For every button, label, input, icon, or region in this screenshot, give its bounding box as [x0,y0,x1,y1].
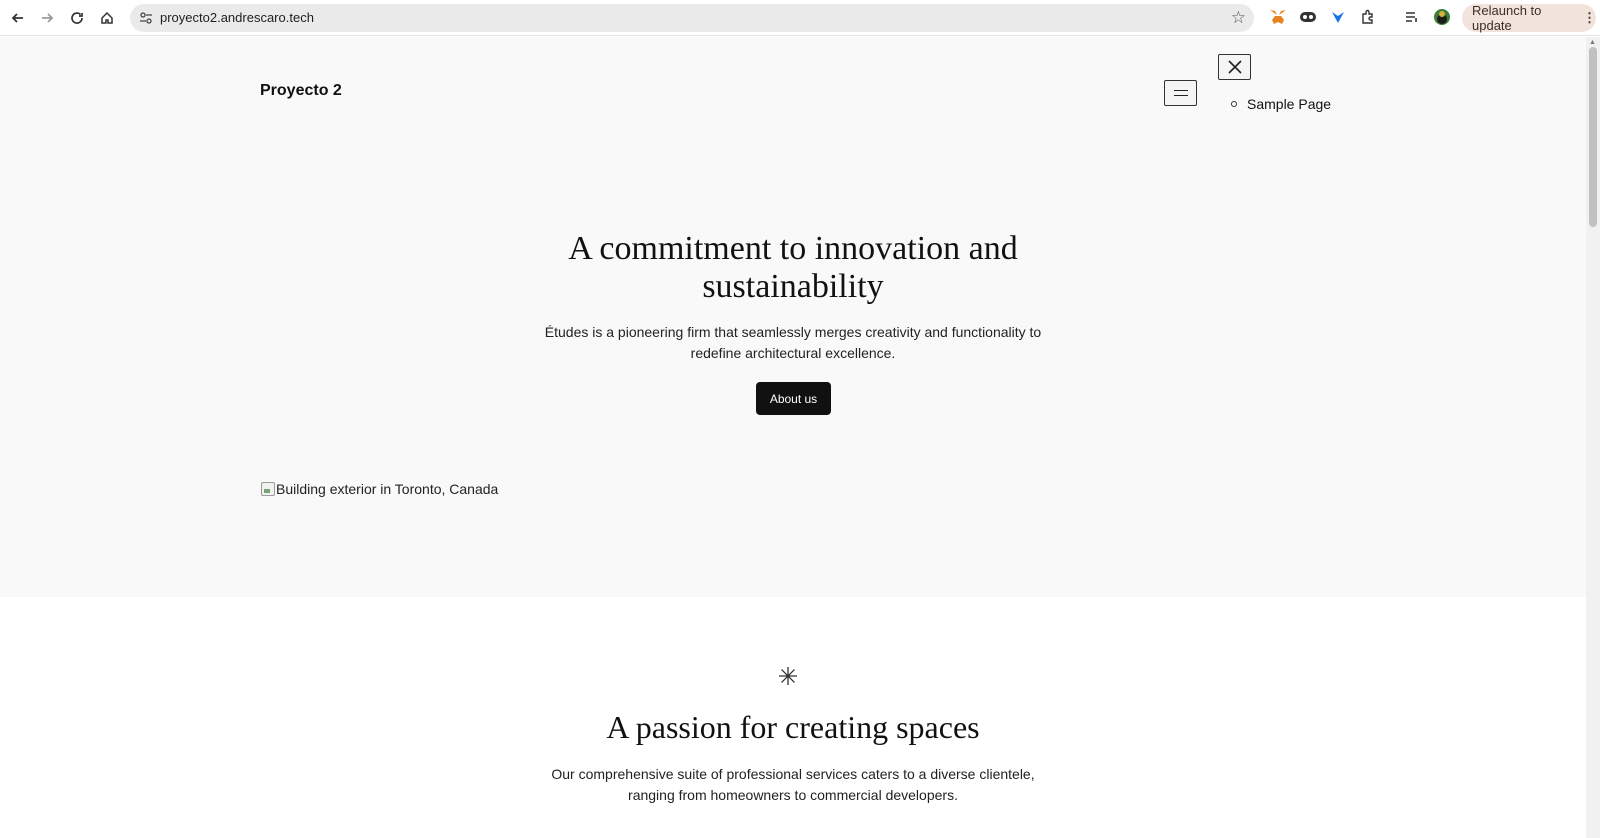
web-page: Proyecto 2 Sample Page A commitment to i… [0,37,1586,838]
hero-image: Building exterior in Toronto, Canada [261,481,498,497]
menu-item-sample-page[interactable]: Sample Page [1231,96,1331,112]
profile-avatar-icon[interactable] [1432,7,1452,27]
scroll-up-arrow-icon[interactable]: ▲ [1589,39,1596,46]
scroll-thumb[interactable] [1589,47,1597,227]
close-menu-button[interactable] [1218,54,1251,80]
hero-description: Études is a pioneering firm that seamles… [544,324,1042,361]
hero-title: A commitment to innovation and sustainab… [568,230,1018,305]
navigation-menu: Sample Page [1231,96,1331,112]
extensions-puzzle-icon[interactable] [1358,7,1378,27]
relaunch-label: Relaunch to update [1472,3,1542,33]
hamburger-icon [1173,90,1188,96]
about-us-button[interactable]: About us [756,382,831,415]
relaunch-button[interactable]: Relaunch to update ⋮ [1462,3,1596,33]
menu-toggle-button[interactable] [1164,80,1197,106]
back-icon[interactable] [6,6,30,30]
url-text[interactable]: proyecto2.andrescaro.tech [160,10,314,25]
section-title: A passion for creating spaces [606,709,980,745]
section-description: Our comprehensive suite of professional … [551,766,1035,803]
hero-image-alt: Building exterior in Toronto, Canada [276,481,499,497]
more-vert-icon: ⋮ [1583,10,1596,25]
asterisk-icon [778,665,798,693]
extension-icon-2[interactable] [1298,7,1318,27]
metamask-icon[interactable] [1268,7,1288,27]
site-title[interactable]: Proyecto 2 [260,82,342,100]
reload-icon[interactable] [65,6,89,30]
media-queue-icon[interactable] [1402,7,1422,27]
menu-item-label[interactable]: Sample Page [1247,96,1331,112]
forward-icon[interactable] [35,6,59,30]
hero-section: Proyecto 2 Sample Page A commitment to i… [0,37,1586,597]
bullet-icon [1231,101,1237,107]
home-icon[interactable] [95,6,119,30]
bookmark-star-icon[interactable]: ☆ [1231,8,1246,28]
close-icon [1227,60,1242,74]
address-bar[interactable]: proyecto2.andrescaro.tech ☆ [130,4,1254,32]
site-info-icon[interactable] [138,10,154,26]
broken-image-icon [261,482,275,496]
scrollbar[interactable]: ▲ [1586,37,1600,838]
browser-toolbar: proyecto2.andrescaro.tech ☆ Relaunch to … [0,0,1600,36]
extension-icon-3[interactable] [1328,7,1348,27]
